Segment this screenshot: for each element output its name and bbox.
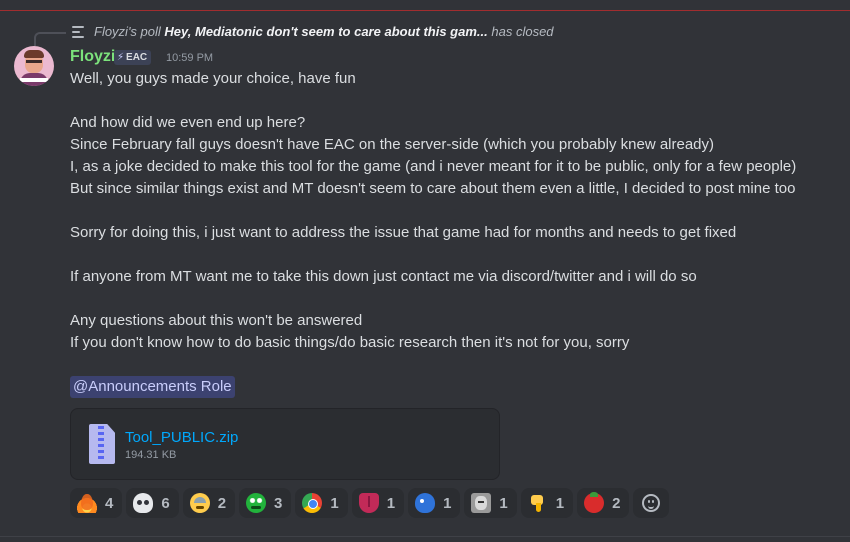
guild-tag-label: EAC [126,52,148,63]
message-divider [0,536,850,537]
message-line: But since similar things exist and MT do… [70,180,796,197]
tongue-emoji-icon [358,493,379,513]
reaction-sad[interactable]: 2 [182,488,236,518]
reaction-count: 3 [274,494,283,512]
sad-sweat-emoji-icon [189,493,210,513]
message-line: I, as a joke decided to make this tool f… [70,158,797,175]
poll-author: Floyzi's poll [94,24,161,39]
add-reaction-icon [642,494,661,512]
add-reaction-button[interactable] [633,488,670,518]
reaction-fire[interactable]: 4 [70,488,123,518]
green-face-emoji-icon [246,493,267,513]
bolt-icon: ⚡ [117,52,125,63]
new-messages-divider [0,10,850,11]
reaction-count: 1 [443,494,452,512]
reactions-bar: 4 6 2 3 1 1 1 1 1 2 [70,488,670,518]
reaction-count: 1 [330,494,339,512]
message-line: Any questions about this won't be answer… [70,312,363,329]
timestamp[interactable]: 10:59 PM [166,52,213,64]
poll-question[interactable]: Hey, Mediatonic don't seem to care about… [164,24,487,39]
tomato-emoji-icon [584,492,605,513]
avatar[interactable] [14,46,54,86]
reaction-tongue[interactable]: 1 [351,488,405,518]
poll-icon [72,25,86,39]
reaction-count: 6 [161,494,170,512]
message-line: If you don't know how to do basic things… [70,334,630,351]
chrome-emoji-icon [302,493,323,513]
reaction-green-face[interactable]: 3 [239,488,292,518]
reaction-count: 2 [612,494,621,512]
reaction-count: 1 [386,494,396,512]
reaction-blue-creature[interactable]: 1 [408,488,461,518]
username[interactable]: Floyzi [70,48,115,66]
face-photo-emoji-icon [471,493,492,513]
reaction-count: 1 [555,494,565,512]
reply-connector [34,32,66,46]
zip-file-icon [89,424,115,464]
blue-creature-emoji-icon [415,493,436,513]
skull-emoji-icon [133,493,154,513]
message-line: Well, you guys made your choice, have fu… [70,70,356,87]
reaction-chrome[interactable]: 1 [295,488,348,518]
file-size: 194.31 KB [125,449,177,461]
role-mention[interactable]: @Announcements Role [70,376,235,398]
guild-tag[interactable]: ⚡ EAC [114,50,152,65]
poll-status: has closed [491,24,554,39]
message-line: Sorry for doing this, i just want to add… [70,224,737,241]
reaction-skull[interactable]: 6 [126,488,179,518]
reaction-face-photo[interactable]: 1 [464,488,517,518]
reaction-tomato[interactable]: 2 [577,488,630,518]
reaction-thumbs-down[interactable]: 1 [520,488,574,518]
reaction-count: 1 [499,494,508,512]
reaction-count: 4 [105,494,114,512]
file-name-link[interactable]: Tool_PUBLIC.zip [125,429,238,446]
reaction-count: 2 [217,494,227,512]
message-line: If anyone from MT want me to take this d… [70,268,697,285]
message-line: Since February fall guys doesn't have EA… [70,136,715,153]
file-attachment[interactable]: Tool_PUBLIC.zip 194.31 KB [70,408,500,480]
fire-emoji-icon [77,493,97,513]
thumbs-down-emoji-icon [528,493,548,513]
poll-result-line[interactable]: Floyzi's poll Hey, Mediatonic don't seem… [94,24,554,39]
message-line: And how did we even end up here? [70,114,306,131]
